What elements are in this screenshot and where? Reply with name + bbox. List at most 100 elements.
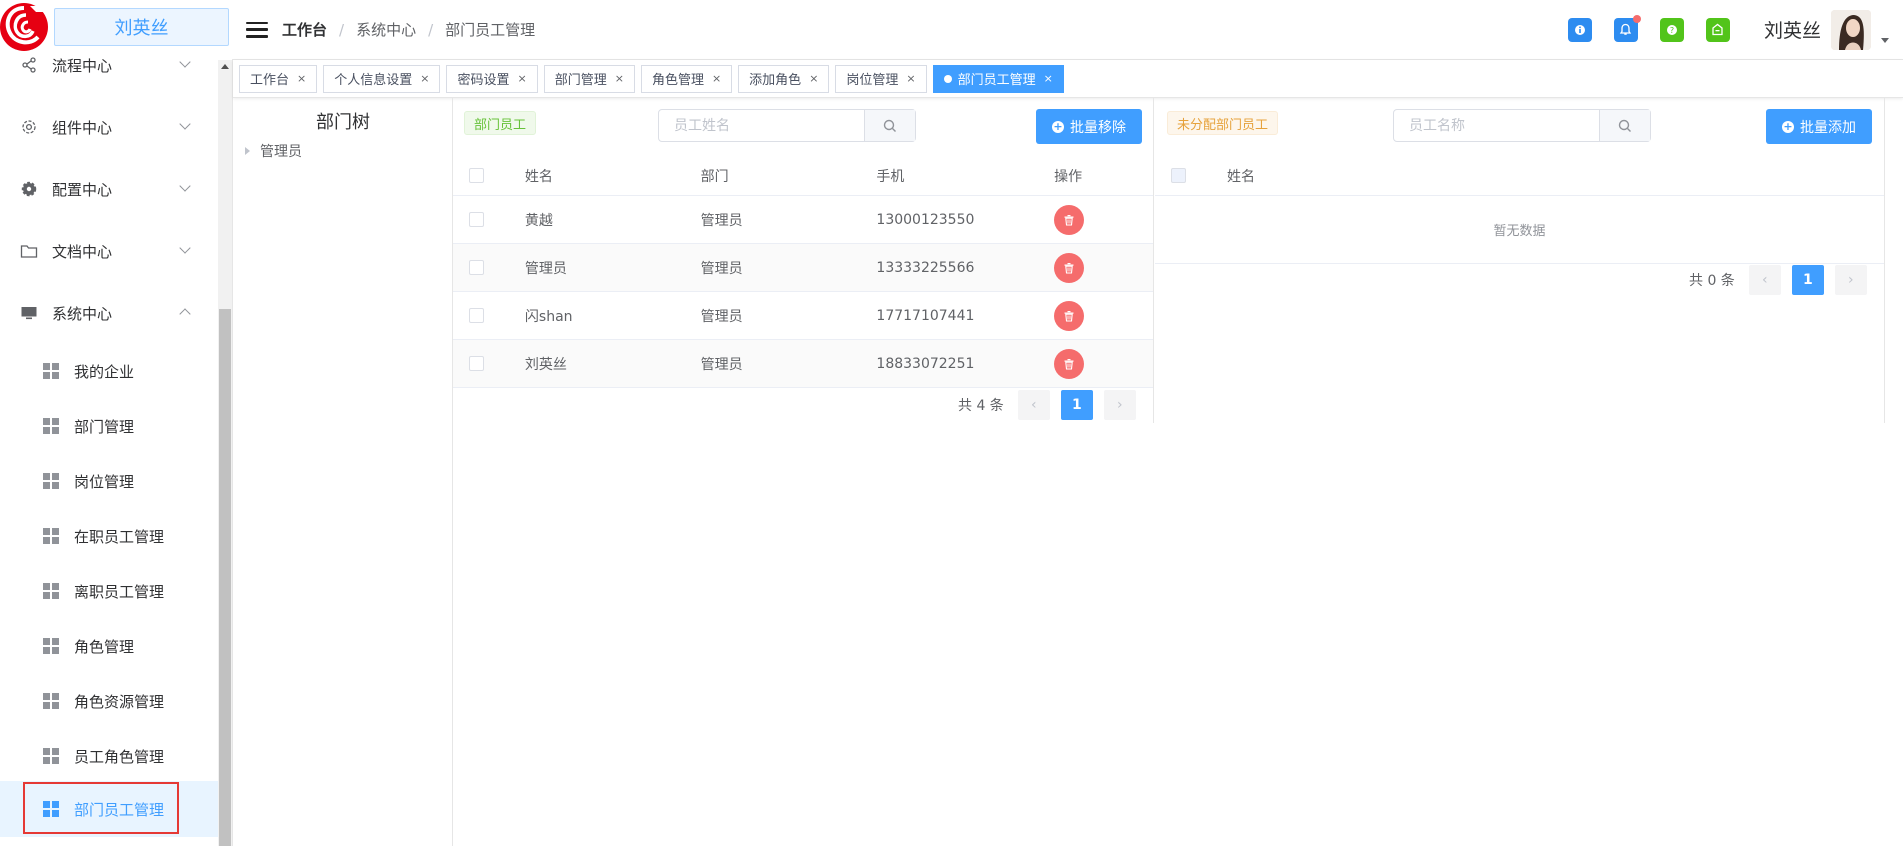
sidebar-item-components[interactable]: 组件中心 [0,102,218,152]
close-icon[interactable]: × [906,72,915,85]
select-all-checkbox[interactable] [1171,168,1186,183]
staff-name-input[interactable] [1394,110,1600,141]
dept-tree-title: 部门树 [316,112,370,133]
info-icon[interactable] [1567,17,1592,42]
batch-add-button[interactable]: + 批量添加 [1766,109,1872,144]
close-icon[interactable]: × [809,72,818,85]
select-all-checkbox[interactable] [469,168,484,183]
close-icon[interactable]: × [1044,72,1053,85]
table-row[interactable]: 黄越 管理员 13000123550 [453,196,1153,244]
row-checkbox[interactable] [469,356,484,371]
sidebar-subitem-dept[interactable]: 部门管理 [0,401,218,451]
trash-icon [1064,214,1074,226]
sidebar-subitem-dept-staff[interactable]: 部门员工管理 [0,781,218,837]
hamburger-menu-icon[interactable] [246,21,268,38]
page-number-button[interactable]: 1 [1791,265,1824,295]
table-row[interactable]: 刘英丝 管理员 18833072251 [453,340,1153,388]
sidebar-item-docs[interactable]: 文档中心 [0,226,218,276]
tag-role[interactable]: 角色管理 × [640,64,733,93]
search-button[interactable] [1599,110,1650,141]
caret-right-icon[interactable] [245,147,250,155]
store-icon[interactable] [1705,17,1730,42]
tag-label: 添加角色 [749,73,802,88]
sidebar-subitem-left-staff[interactable]: 离职员工管理 [0,566,218,616]
grid-icon [43,418,59,434]
tag-add-role[interactable]: 添加角色 × [738,64,830,93]
page-number-button[interactable]: 1 [1060,390,1093,420]
close-icon[interactable]: × [297,72,306,85]
breadcrumb: 工作台 / 系统中心 / 部门员工管理 [282,19,535,40]
sidebar-subitem-label: 角色资源管理 [74,692,165,711]
tag-label: 密码设置 [457,73,510,88]
cell-dept: 管理员 [700,260,743,277]
delete-button[interactable] [1054,348,1085,379]
sidebar-subitem-role-resource[interactable]: 角色资源管理 [0,676,218,726]
button-label: 批量移除 [1070,119,1126,136]
search-icon [1618,119,1632,132]
breadcrumb-item-current: 部门员工管理 [445,21,536,39]
button-label: 批量添加 [1800,119,1856,136]
delete-button[interactable] [1054,300,1085,331]
tag-label: 个人信息设置 [334,73,413,88]
close-icon[interactable]: × [712,72,721,85]
trash-icon [1064,262,1074,274]
sidebar-scrollbar[interactable] [218,60,232,846]
row-checkbox[interactable] [469,212,484,227]
tag-profile[interactable]: 个人信息设置 × [323,64,441,93]
breadcrumb-item-system[interactable]: 系统中心 [356,19,416,40]
chevron-down-icon[interactable] [1881,38,1889,43]
grid-icon [43,801,59,817]
breadcrumb-item-home[interactable]: 工作台 [282,19,327,40]
close-icon[interactable]: × [517,72,526,85]
sidebar-item-config[interactable]: 配置中心 [0,164,218,214]
tag-dept[interactable]: 部门管理 × [543,64,635,93]
row-checkbox[interactable] [469,260,484,275]
tree-node[interactable]: 管理员 [245,141,302,161]
unassigned-pagination: 共 0 条 ‹ 1 › [1689,265,1867,295]
sidebar-item-label: 组件中心 [52,118,113,137]
next-page-button[interactable]: › [1834,265,1867,295]
sidebar-item-process[interactable]: 流程中心 [0,40,218,90]
sidebar-item-system[interactable]: 系统中心 [0,288,218,338]
table-header: 姓名 [1155,156,1884,196]
tag-post[interactable]: 岗位管理 × [835,64,927,93]
sidebar-subitem-role[interactable]: 角色管理 [0,621,218,671]
dept-staff-panel: 部门员工 + 批量移除 姓名 部门 手机 操作 黄越 管理员 13000 [453,98,1154,423]
column-header: 姓名 [1227,168,1255,185]
sidebar-subitem-my-company[interactable]: 我的企业 [0,346,218,396]
sidebar-subitem-active-staff[interactable]: 在职员工管理 [0,511,218,561]
sidebar-subitem-staff-role[interactable]: 员工角色管理 [0,731,218,781]
staff-name-input[interactable] [659,110,865,141]
sidebar-item-label: 流程中心 [52,56,113,75]
table-row[interactable]: 管理员 管理员 13333225566 [453,244,1153,292]
unassigned-table: 姓名 暂无数据 [1155,156,1884,264]
batch-remove-button[interactable]: + 批量移除 [1036,109,1142,144]
column-header: 部门 [700,168,729,185]
cell-name: 闪shan [524,308,573,325]
prev-page-button[interactable]: ‹ [1748,265,1781,295]
top-header: 工作台 / 系统中心 / 部门员工管理 ? 刘英丝 [232,0,1903,60]
row-checkbox[interactable] [469,308,484,323]
header-username[interactable]: 刘英丝 [1764,16,1821,43]
help-icon[interactable]: ? [1659,17,1684,42]
next-page-button[interactable]: › [1103,390,1136,420]
sidebar-subitem-post[interactable]: 岗位管理 [0,456,218,506]
tag-password[interactable]: 密码设置 × [446,64,538,93]
dept-staff-badge: 部门员工 [464,111,537,135]
trash-icon [1064,310,1074,322]
prev-page-button[interactable]: ‹ [1017,390,1050,420]
tag-workbench[interactable]: 工作台 × [239,64,318,93]
scroll-up-arrow-icon[interactable] [221,64,229,69]
close-icon[interactable]: × [615,72,624,85]
table-row[interactable]: 闪shan 管理员 17717107441 [453,292,1153,340]
bell-icon[interactable] [1613,14,1641,42]
user-avatar[interactable] [1831,9,1871,50]
delete-button[interactable] [1054,204,1085,235]
search-button[interactable] [864,110,915,141]
tag-dept-staff[interactable]: 部门员工管理 × [932,64,1064,93]
close-icon[interactable]: × [420,72,429,85]
delete-button[interactable] [1054,252,1085,283]
scrollbar-thumb[interactable] [219,309,231,846]
pagination-total: 共 4 条 [958,398,1004,414]
svg-text:?: ? [1670,26,1674,35]
